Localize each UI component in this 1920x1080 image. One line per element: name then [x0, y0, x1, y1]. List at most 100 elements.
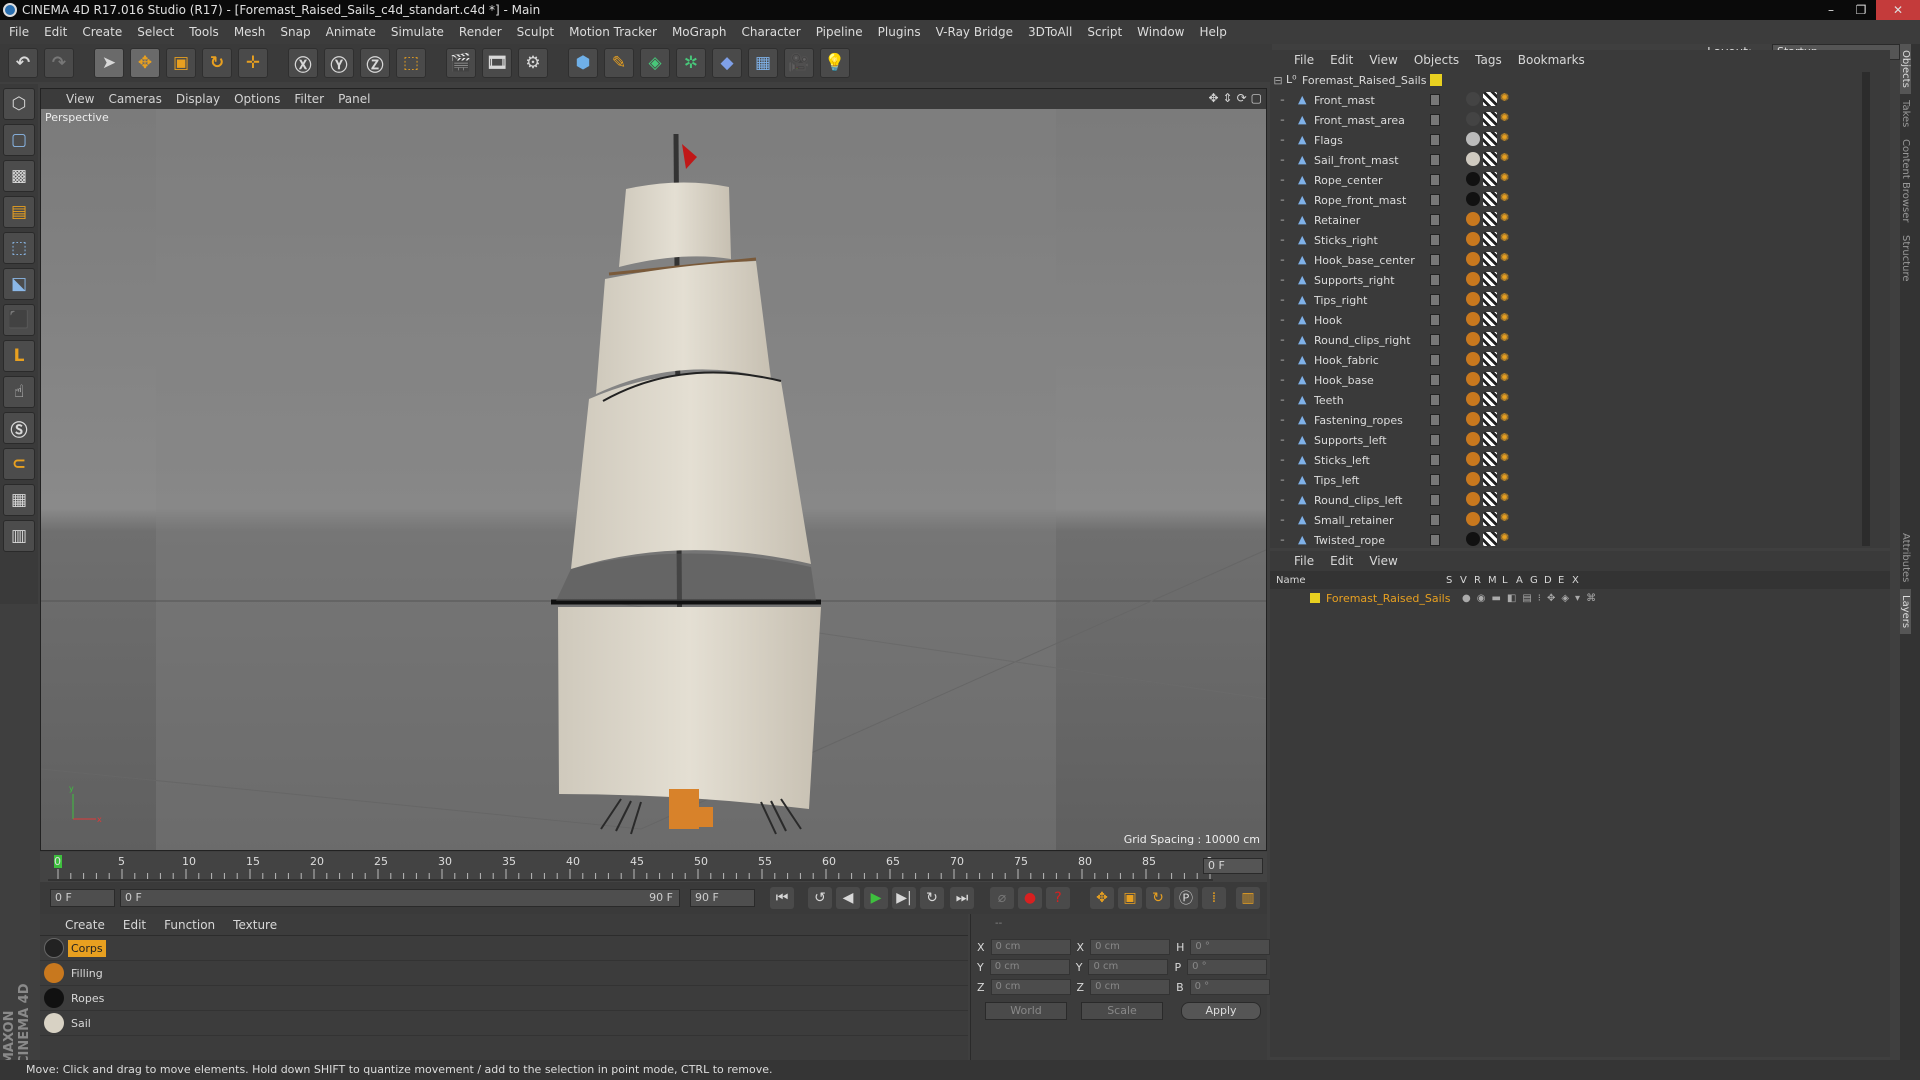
rotate-icon[interactable]: ↻ — [202, 48, 232, 78]
visibility-toggle[interactable] — [1430, 294, 1440, 306]
visibility-toggle[interactable] — [1430, 114, 1440, 126]
visibility-toggle[interactable] — [1430, 334, 1440, 346]
texture-tag-icon[interactable] — [1483, 372, 1497, 386]
record-icon[interactable]: ● — [1018, 887, 1042, 909]
phong-tag-icon[interactable]: ✺ — [1500, 492, 1512, 504]
visibility-toggle[interactable] — [1430, 474, 1440, 486]
size-y-field[interactable]: 0 cm — [1088, 959, 1169, 975]
menu-character[interactable]: Character — [741, 25, 800, 39]
visibility-toggle[interactable] — [1430, 414, 1440, 426]
texture-tag-icon[interactable] — [1483, 312, 1497, 326]
menu-edit[interactable]: Edit — [44, 25, 67, 39]
object-row[interactable]: ╴ ▲ Sail_front_mast ✺ — [1270, 150, 1890, 170]
key-rotation-icon[interactable]: ↻ — [1146, 887, 1170, 909]
material-tag-icon[interactable] — [1466, 172, 1480, 186]
object-row[interactable]: ╴ ▲ Hook_base ✺ — [1270, 370, 1890, 390]
material-tag-icon[interactable] — [1466, 152, 1480, 166]
visibility-toggle[interactable] — [1430, 134, 1440, 146]
prev-key-icon[interactable]: ◀ — [836, 887, 860, 909]
texture-tag-icon[interactable] — [1483, 352, 1497, 366]
visibility-toggle[interactable] — [1430, 374, 1440, 386]
menu-window[interactable]: Window — [1137, 25, 1184, 39]
layer-menu-view[interactable]: View — [1369, 554, 1397, 568]
layer-flag-icons[interactable]: ●◉▬◧▤⁝✥◈▾⌘ — [1462, 593, 1602, 604]
position-y-field[interactable]: 0 cm — [989, 959, 1070, 975]
texture-tag-icon[interactable] — [1483, 392, 1497, 406]
texture-tag-icon[interactable] — [1483, 212, 1497, 226]
material-tag-icon[interactable] — [1466, 372, 1480, 386]
menu-script[interactable]: Script — [1087, 25, 1122, 39]
phong-tag-icon[interactable]: ✺ — [1500, 252, 1512, 264]
motion-record-icon[interactable]: ⌀ — [990, 887, 1014, 909]
phong-tag-icon[interactable]: ✺ — [1500, 92, 1512, 104]
coordinate-system-icon[interactable]: ⬚ — [396, 48, 426, 78]
phong-tag-icon[interactable]: ✺ — [1500, 452, 1512, 464]
tab-attributes[interactable]: Attributes — [1900, 527, 1911, 588]
viewport-menu-cameras[interactable]: Cameras — [108, 92, 161, 106]
viewport-menu-panel[interactable]: Panel — [338, 92, 370, 106]
material-tag-icon[interactable] — [1466, 312, 1480, 326]
material-tag-icon[interactable] — [1466, 392, 1480, 406]
render-picture-icon[interactable]: 🎞 — [482, 48, 512, 78]
dolly-icon[interactable]: ⇕ — [1223, 91, 1233, 105]
object-row[interactable]: ╴ ▲ Teeth ✺ — [1270, 390, 1890, 410]
object-row[interactable]: ╴ ▲ Flags ✺ — [1270, 130, 1890, 150]
material-tag-icon[interactable] — [1466, 412, 1480, 426]
nurbs-icon[interactable]: ◈ — [640, 48, 670, 78]
tab-layers[interactable]: Layers — [1900, 588, 1911, 634]
texture-tag-icon[interactable] — [1483, 512, 1497, 526]
axis-mode-icon[interactable]: L — [3, 340, 35, 372]
material-tag-icon[interactable] — [1466, 232, 1480, 246]
object-row[interactable]: ╴ ▲ Fastening_ropes ✺ — [1270, 410, 1890, 430]
loop-icon[interactable]: ↺ — [808, 887, 832, 909]
object-row[interactable]: ╴ ▲ Round_clips_left ✺ — [1270, 490, 1890, 510]
material-tag-icon[interactable] — [1466, 452, 1480, 466]
visibility-toggle[interactable] — [1430, 214, 1440, 226]
goto-start-icon[interactable]: ⏮ — [770, 887, 794, 909]
phong-tag-icon[interactable]: ✺ — [1500, 332, 1512, 344]
tab-takes[interactable]: Takes — [1900, 94, 1911, 133]
material-menu-edit[interactable]: Edit — [123, 918, 146, 932]
object-row[interactable]: ╴ ▲ Tips_left ✺ — [1270, 470, 1890, 490]
texture-tag-icon[interactable] — [1483, 92, 1497, 106]
material-tag-icon[interactable] — [1466, 352, 1480, 366]
menu-3dtoall[interactable]: 3DToAll — [1028, 25, 1072, 39]
phong-tag-icon[interactable]: ✺ — [1500, 132, 1512, 144]
om-menu-bookmarks[interactable]: Bookmarks — [1518, 53, 1585, 67]
material-tag-icon[interactable] — [1466, 252, 1480, 266]
apply-button[interactable]: Apply — [1181, 1002, 1261, 1020]
texture-tag-icon[interactable] — [1483, 292, 1497, 306]
menu-file[interactable]: File — [9, 25, 29, 39]
object-row[interactable]: ╴ ▲ Twisted_rope ✺ — [1270, 530, 1890, 550]
orbit-icon[interactable]: ⟳ — [1237, 91, 1247, 105]
play-icon[interactable]: ▶ — [864, 887, 888, 909]
menu-motion-tracker[interactable]: Motion Tracker — [569, 25, 657, 39]
texture-tag-icon[interactable] — [1483, 492, 1497, 506]
tab-structure[interactable]: Structure — [1900, 229, 1911, 288]
texture-tag-icon[interactable] — [1483, 412, 1497, 426]
texture-tag-icon[interactable] — [1483, 132, 1497, 146]
phong-tag-icon[interactable]: ✺ — [1500, 372, 1512, 384]
material-tag-icon[interactable] — [1466, 112, 1480, 126]
phong-tag-icon[interactable]: ✺ — [1500, 312, 1512, 324]
size-z-field[interactable]: 0 cm — [1090, 979, 1171, 995]
key-param-icon[interactable]: Ⓟ — [1174, 887, 1198, 909]
material-item[interactable]: Corps — [40, 936, 968, 961]
menu-tools[interactable]: Tools — [189, 25, 219, 39]
phong-tag-icon[interactable]: ✺ — [1500, 432, 1512, 444]
menu-snap[interactable]: Snap — [280, 25, 310, 39]
object-row[interactable]: ╴ ▲ Round_clips_right ✺ — [1270, 330, 1890, 350]
snap-icon[interactable]: Ⓢ — [3, 412, 35, 444]
phong-tag-icon[interactable]: ✺ — [1500, 392, 1512, 404]
current-frame-field[interactable]: 0 F — [1203, 858, 1263, 874]
perspective-viewport[interactable]: y x View Cameras Display Options Filter … — [40, 88, 1267, 851]
redo-icon[interactable]: ↷ — [44, 48, 74, 78]
menu-sculpt[interactable]: Sculpt — [517, 25, 554, 39]
polygons-mode-icon[interactable]: ⬛ — [3, 304, 35, 336]
object-row[interactable]: ╴ ▲ Hook ✺ — [1270, 310, 1890, 330]
tab-content-browser[interactable]: Content Browser — [1900, 133, 1911, 228]
last-tool-icon[interactable]: ✛ — [238, 48, 268, 78]
phong-tag-icon[interactable]: ✺ — [1500, 212, 1512, 224]
visibility-toggle[interactable] — [1430, 154, 1440, 166]
render-view-icon[interactable]: 🎬 — [446, 48, 476, 78]
